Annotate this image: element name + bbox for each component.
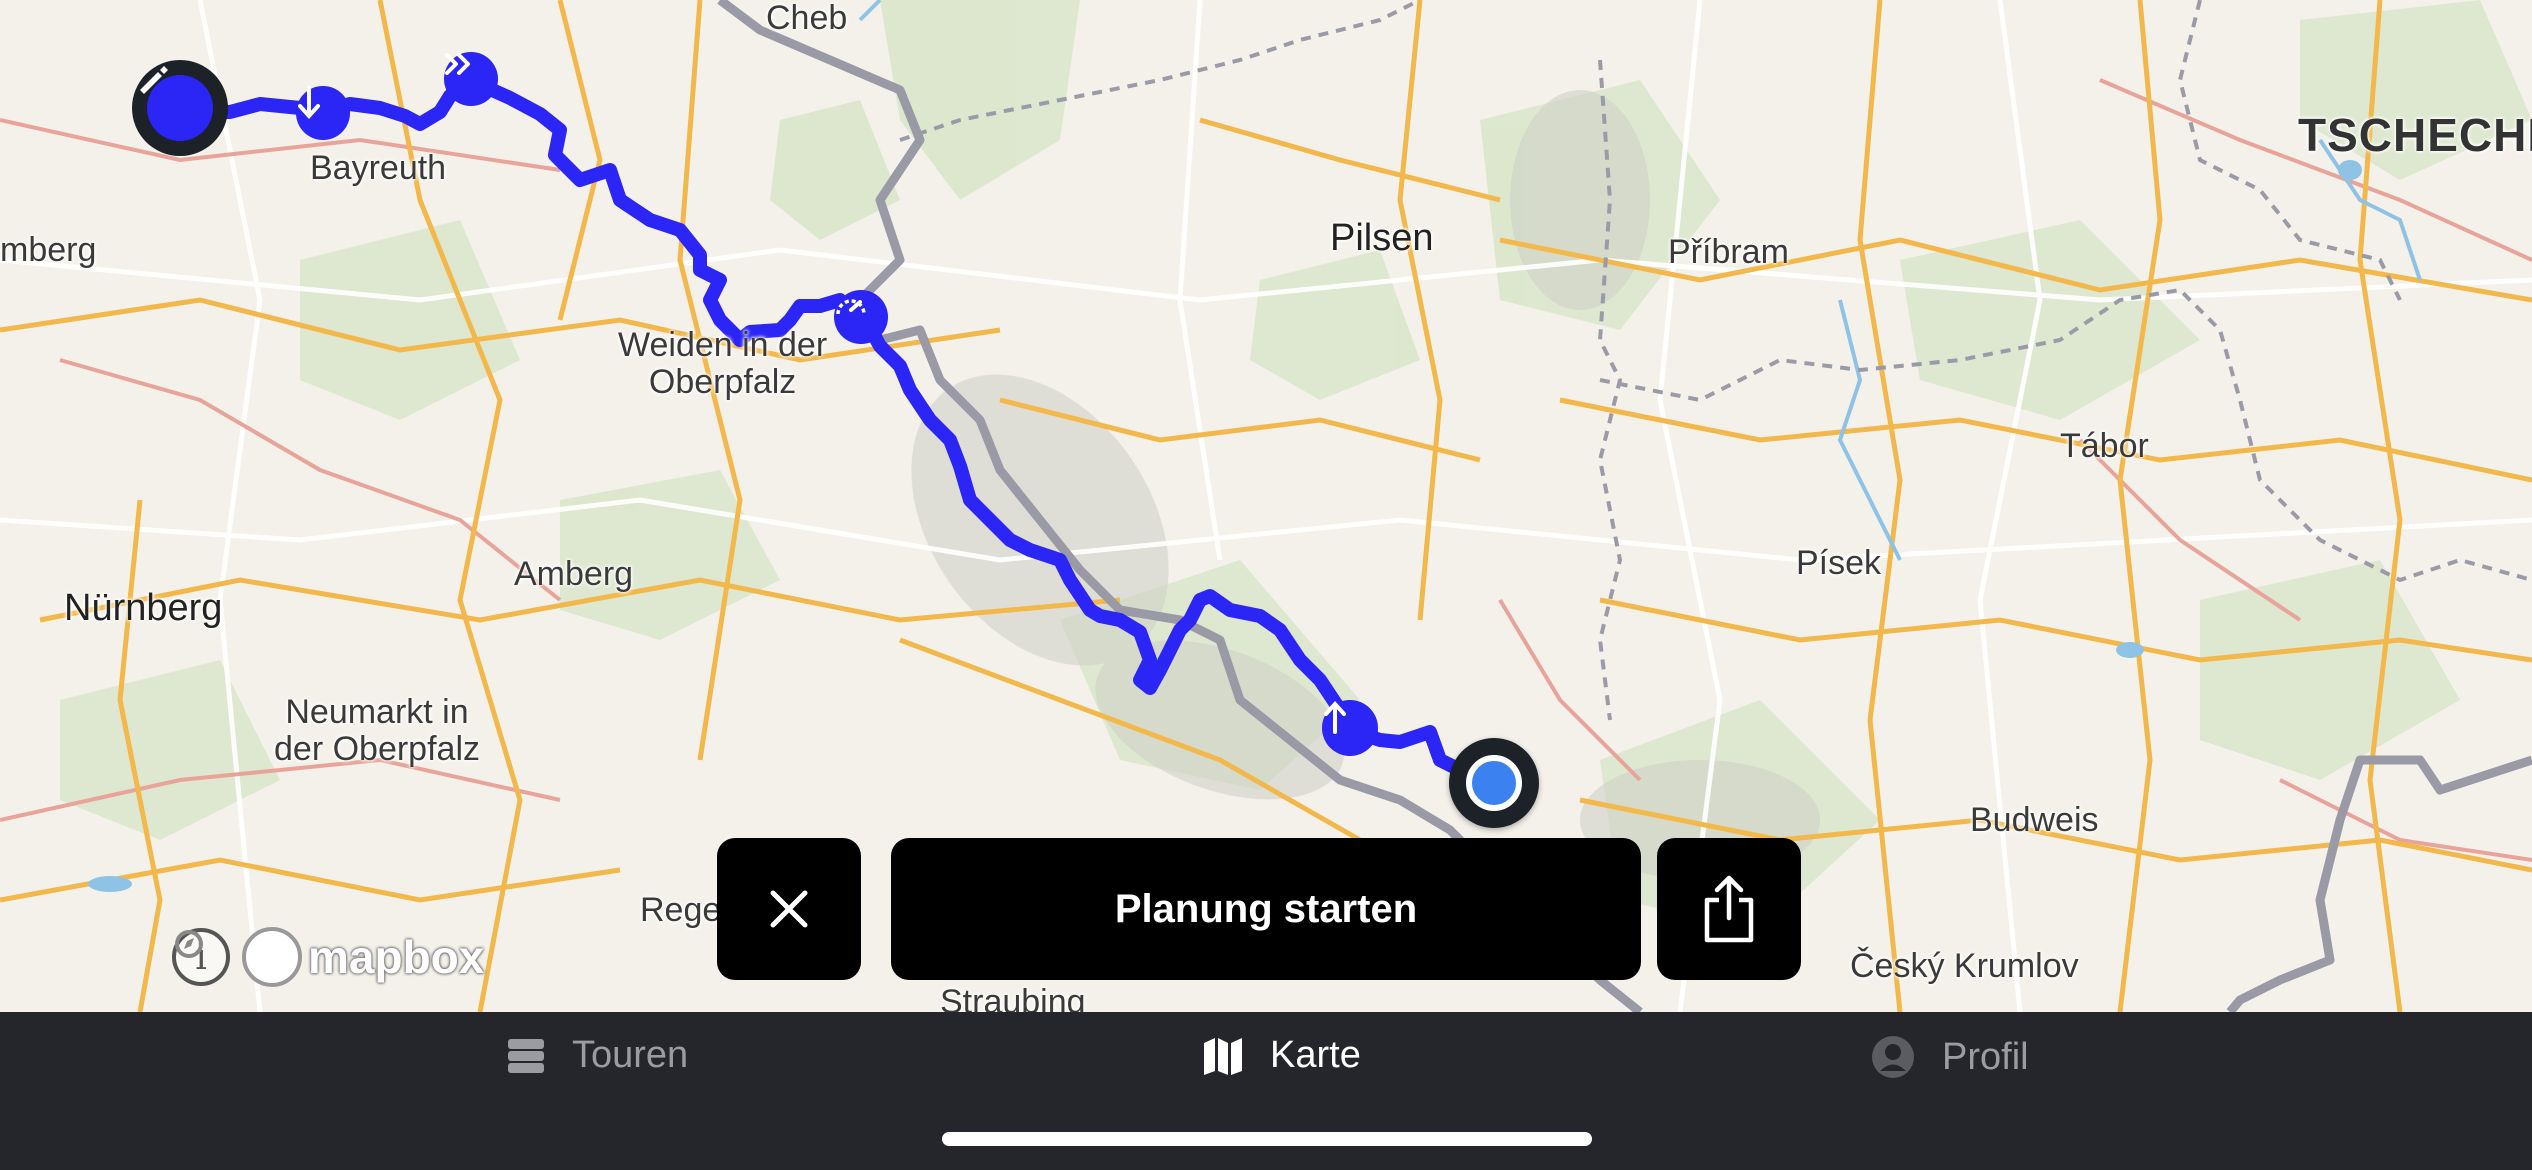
mapbox-logo-icon [175, 927, 302, 987]
place-label-straubing: Straubing [940, 983, 1086, 1012]
place-label-cesky-krumlov: Český Krumlov [1850, 947, 2079, 985]
list-icon [506, 1036, 546, 1076]
tab-touren-label: Touren [572, 1034, 689, 1076]
close-icon [767, 887, 811, 931]
place-label-regen: Rege [640, 891, 722, 929]
start-planning-button[interactable]: Planung starten [891, 838, 1641, 980]
edit-icon [140, 66, 213, 141]
tab-bar: Touren Karte Profil [0, 1012, 2532, 1170]
tab-karte-label: Karte [1270, 1034, 1361, 1076]
place-label-weiden: Weiden in der Oberpfalz [618, 326, 828, 402]
place-label-nurnberg: Nürnberg [64, 587, 223, 629]
place-label-pribram: Příbram [1668, 233, 1789, 271]
place-label-pilsen: Pilsen [1330, 217, 1434, 259]
mapbox-logo: mapbox [175, 927, 485, 987]
map-icon [1202, 1035, 1244, 1077]
waypoint-marker-2[interactable] [444, 52, 498, 106]
route-start-marker[interactable] [132, 60, 228, 156]
profile-icon [1870, 1034, 1916, 1080]
place-label-bamberg: mberg [0, 231, 97, 269]
home-indicator [942, 1132, 1592, 1146]
place-label-budweis: Budweis [1970, 801, 2099, 839]
place-label-neumarkt: Neumarkt in der Oberpfalz [274, 693, 480, 769]
tab-touren[interactable]: Touren [506, 1034, 688, 1077]
current-location-marker [1449, 738, 1539, 828]
location-dot [1466, 755, 1522, 811]
share-button[interactable] [1657, 838, 1801, 980]
waypoint-marker-3[interactable] [834, 290, 888, 344]
tab-profil[interactable]: Profil [1870, 1034, 2029, 1080]
tab-karte[interactable]: Karte [1202, 1034, 1361, 1077]
place-label-cheb: Cheb [766, 0, 848, 37]
place-label-tabor: Tábor [2060, 427, 2149, 465]
close-button[interactable] [717, 838, 861, 980]
place-label-country: TSCHECHI [2298, 109, 2532, 161]
mapbox-logo-text: mapbox [308, 931, 485, 983]
place-label-bayreuth: Bayreuth [310, 149, 447, 187]
map-attribution: i mapbox [172, 927, 484, 987]
start-planning-label: Planung starten [1114, 886, 1418, 931]
place-label-pisek: Písek [1796, 544, 1882, 582]
tab-profil-label: Profil [1942, 1035, 2029, 1078]
waypoint-marker-1[interactable] [296, 86, 350, 140]
waypoint-marker-4[interactable] [1322, 700, 1378, 756]
place-label-amberg: Amberg [514, 555, 634, 593]
share-icon [1701, 874, 1757, 944]
